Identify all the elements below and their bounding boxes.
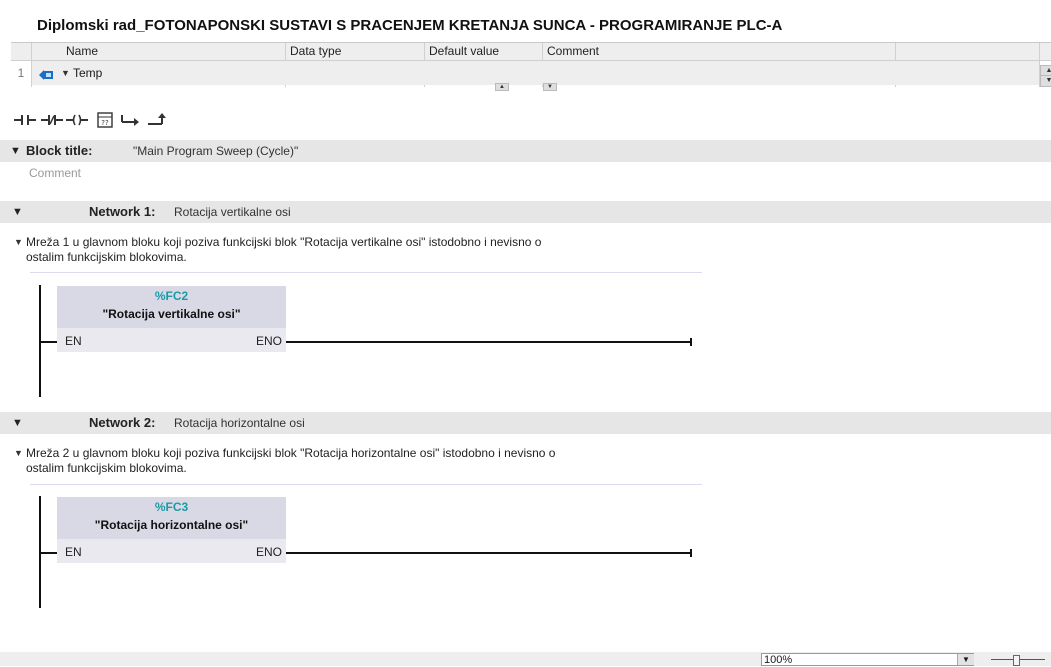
svg-text:??: ?? bbox=[101, 119, 109, 127]
block-name: "Rotacija vertikalne osi" bbox=[102, 307, 241, 321]
block-interface-table: Name Data type Default value Comment 1 ▼… bbox=[11, 42, 1051, 91]
coil-icon[interactable] bbox=[66, 110, 88, 130]
chevron-down-icon[interactable]: ▼ bbox=[61, 68, 70, 78]
chevron-down-icon[interactable]: ▼ bbox=[14, 235, 23, 250]
zoom-slider-thumb[interactable] bbox=[1013, 655, 1020, 666]
chevron-down-icon[interactable]: ▼ bbox=[14, 446, 23, 461]
network-2-label: Network 2: bbox=[89, 415, 156, 430]
chevron-down-icon[interactable]: ▼ bbox=[12, 206, 23, 218]
block-name: "Rotacija horizontalne osi" bbox=[94, 518, 249, 532]
interface-section-icon bbox=[39, 67, 53, 80]
chevron-down-icon[interactable]: ▼ bbox=[10, 145, 21, 157]
empty-box-icon[interactable]: ?? bbox=[94, 110, 116, 130]
en-pin: EN bbox=[65, 334, 82, 348]
network-1-header[interactable]: ▼ Network 1: Rotacija vertikalne osi bbox=[0, 201, 1051, 223]
interface-row-temp[interactable] bbox=[32, 61, 1039, 85]
column-header-comment[interactable]: Comment bbox=[543, 43, 599, 60]
block-title-label: Block title: bbox=[26, 143, 93, 158]
column-header-data-type[interactable]: Data type bbox=[286, 43, 341, 60]
open-branch-icon[interactable] bbox=[120, 110, 142, 130]
network-1-label: Network 1: bbox=[89, 204, 156, 219]
en-pin: EN bbox=[65, 545, 82, 559]
splitter-up-button[interactable]: ▲ bbox=[495, 83, 509, 91]
chevron-down-icon[interactable]: ▼ bbox=[12, 417, 23, 429]
column-header-name[interactable]: Name bbox=[62, 43, 98, 60]
network-1-comment[interactable]: ▼ Mreža 1 u glavnom bloku koji poziva fu… bbox=[14, 235, 716, 265]
zoom-select[interactable]: 100% bbox=[761, 653, 974, 666]
ladder-toolbar: ?? bbox=[0, 100, 600, 134]
splitter-down-button[interactable]: ▼ bbox=[543, 83, 557, 91]
network-2-title[interactable]: Rotacija horizontalne osi bbox=[174, 416, 305, 430]
block-address: %FC3 bbox=[154, 500, 189, 514]
wire-end bbox=[690, 549, 692, 557]
close-branch-icon[interactable] bbox=[146, 110, 168, 130]
nc-contact-icon[interactable] bbox=[41, 110, 63, 130]
no-contact-icon[interactable] bbox=[14, 110, 36, 130]
chevron-down-icon[interactable]: ▼ bbox=[957, 654, 974, 665]
eno-wire bbox=[286, 552, 691, 554]
function-block-fc2[interactable]: %FC2 "Rotacija vertikalne osi" EN ENO bbox=[57, 286, 286, 352]
editor-title: Diplomski rad_FOTONAPONSKI SUSTAVI S PRA… bbox=[37, 17, 783, 34]
row-number: 1 bbox=[17, 66, 25, 80]
network-2-header[interactable]: ▼ Network 2: Rotacija horizontalne osi bbox=[0, 412, 1051, 434]
function-block-fc3[interactable]: %FC3 "Rotacija horizontalne osi" EN ENO bbox=[57, 497, 286, 563]
column-header-default-value[interactable]: Default value bbox=[425, 43, 499, 60]
block-title-bar[interactable]: ▼ Block title: "Main Program Sweep (Cycl… bbox=[0, 140, 1051, 162]
network-2-comment[interactable]: ▼ Mreža 2 u glavnom bloku koji poziva fu… bbox=[14, 446, 716, 476]
en-wire bbox=[40, 341, 57, 343]
eno-pin: ENO bbox=[255, 334, 282, 348]
block-title-value[interactable]: "Main Program Sweep (Cycle)" bbox=[133, 144, 298, 158]
en-wire bbox=[40, 552, 57, 554]
interface-row-name[interactable]: Temp bbox=[73, 61, 102, 85]
wire-end bbox=[690, 338, 692, 346]
eno-wire bbox=[286, 341, 691, 343]
block-address: %FC2 bbox=[154, 289, 189, 303]
eno-pin: ENO bbox=[255, 545, 282, 559]
scroll-down-button[interactable]: ▼ bbox=[1040, 75, 1051, 87]
network-1-title[interactable]: Rotacija vertikalne osi bbox=[174, 205, 291, 219]
block-comment-field[interactable]: Comment bbox=[29, 166, 81, 180]
